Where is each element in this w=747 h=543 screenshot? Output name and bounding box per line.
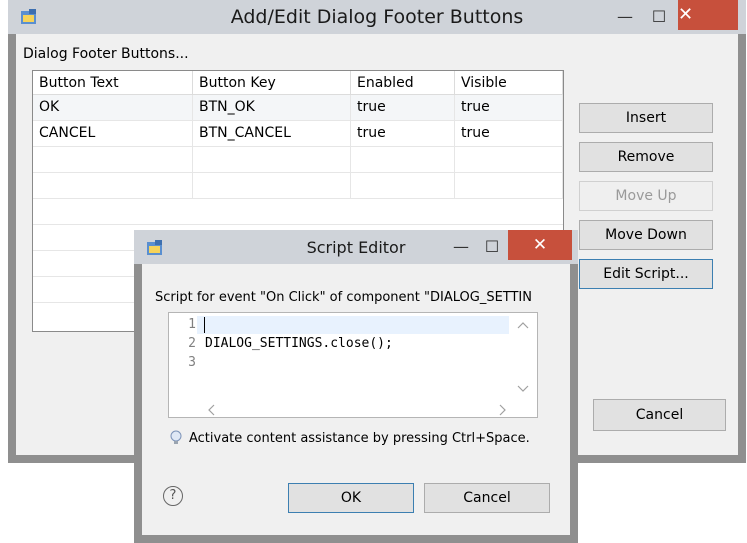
table-cell: true: [455, 121, 563, 146]
table-row-empty: [33, 173, 563, 199]
table-cell: [33, 173, 193, 198]
edit-script-button[interactable]: Edit Script...: [579, 259, 713, 289]
table-cell: BTN_OK: [193, 95, 351, 120]
insert-button[interactable]: Insert: [579, 103, 713, 133]
column-header-button-text[interactable]: Button Text: [33, 71, 193, 95]
table-row-empty: [33, 147, 563, 173]
table-cell: OK: [33, 95, 193, 120]
current-line-highlight: [197, 316, 509, 334]
help-icon[interactable]: ?: [163, 486, 183, 506]
line-number: 2: [188, 336, 196, 351]
maximize-icon[interactable]: ☐: [479, 236, 505, 258]
table-cell: [193, 173, 351, 198]
table-row[interactable]: CANCEL BTN_CANCEL true true: [33, 121, 563, 147]
minimize-icon[interactable]: —: [611, 6, 639, 28]
table-cell: [193, 147, 351, 172]
table-row-empty: [33, 199, 563, 225]
table-cell: [455, 173, 563, 198]
line-number: 3: [188, 355, 196, 370]
table-cell: [455, 147, 563, 172]
table-cell: [351, 173, 455, 198]
code-line: DIALOG_SETTINGS.close();: [205, 336, 393, 351]
table-cell: true: [455, 95, 563, 120]
content-assist-hint: Activate content assistance by pressing …: [189, 431, 530, 446]
table-cell: true: [351, 121, 455, 146]
table-cell: [351, 147, 455, 172]
table-cell: true: [351, 95, 455, 120]
text-cursor: [204, 317, 205, 333]
minimize-icon[interactable]: —: [448, 236, 474, 258]
table-row[interactable]: OK BTN_OK true true: [33, 95, 563, 121]
column-header-visible[interactable]: Visible: [455, 71, 563, 95]
maximize-icon[interactable]: ☐: [645, 6, 673, 28]
close-icon[interactable]: ✕: [508, 230, 572, 260]
table-cell: CANCEL: [33, 121, 193, 146]
column-header-enabled[interactable]: Enabled: [351, 71, 455, 95]
lightbulb-icon: [170, 430, 182, 444]
horizontal-scrollbar[interactable]: [197, 401, 509, 417]
remove-button[interactable]: Remove: [579, 142, 713, 172]
ok-button[interactable]: OK: [288, 483, 414, 513]
script-cancel-button[interactable]: Cancel: [424, 483, 550, 513]
table-cell: BTN_CANCEL: [193, 121, 351, 146]
scroll-left-icon[interactable]: [207, 404, 215, 416]
script-editor-titlebar[interactable]: Script Editor — ☐ ✕: [134, 230, 578, 264]
scroll-up-icon[interactable]: [517, 321, 529, 329]
main-cancel-button[interactable]: Cancel: [593, 399, 726, 431]
move-down-button[interactable]: Move Down: [579, 220, 713, 250]
table-cell: [33, 147, 193, 172]
move-up-button[interactable]: Move Up: [579, 181, 713, 211]
column-header-button-key[interactable]: Button Key: [193, 71, 351, 95]
script-caption: Script for event "On Click" of component…: [155, 290, 532, 305]
vertical-scrollbar[interactable]: [509, 313, 537, 401]
scroll-right-icon[interactable]: [499, 404, 507, 416]
main-titlebar[interactable]: Add/Edit Dialog Footer Buttons — ☐ ✕: [8, 0, 746, 34]
code-editor[interactable]: 1 2 3 DIALOG_SETTINGS.close();: [168, 312, 538, 418]
line-number: 1: [188, 317, 196, 332]
scroll-down-icon[interactable]: [517, 385, 529, 393]
table-caption: Dialog Footer Buttons...: [23, 46, 189, 62]
close-icon[interactable]: ✕: [678, 0, 738, 30]
